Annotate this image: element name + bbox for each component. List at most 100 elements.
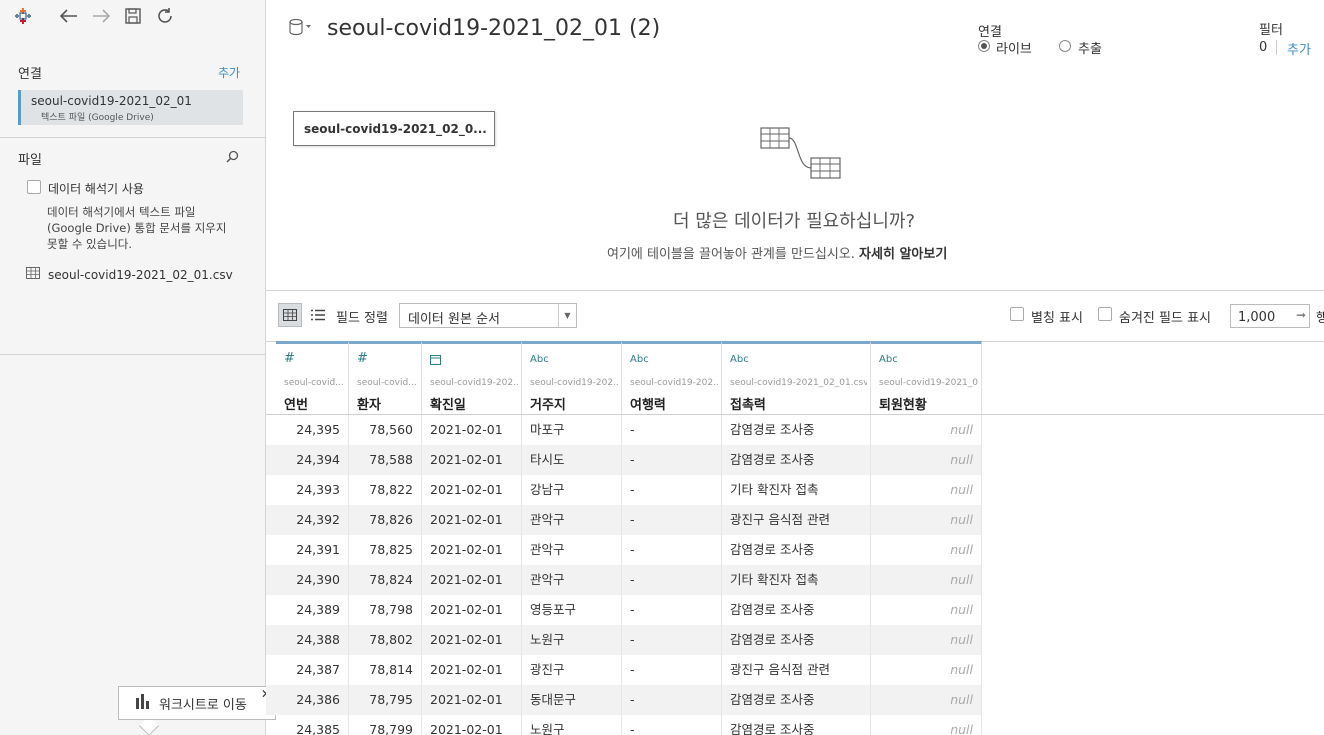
connection-item[interactable]: seoul-covid19-2021_02_01 텍스트 파일 (Google … [18, 90, 243, 125]
back-arrow-icon[interactable] [58, 5, 80, 27]
table-cell: - [622, 625, 722, 655]
table-cell: 감염경로 조사중 [722, 715, 871, 735]
table-cell: 78,588 [349, 445, 422, 475]
list-view-button[interactable] [306, 303, 330, 327]
show-hidden-checkbox[interactable] [1098, 307, 1112, 321]
arrow-right-icon[interactable]: ➞ [1296, 308, 1306, 322]
table-cell: null [871, 625, 982, 655]
chevron-down-icon: ▼ [558, 304, 576, 327]
interpreter-description: 데이터 해석기에서 텍스트 파일 (Google Drive) 통합 문서를 지… [47, 205, 227, 251]
table-cell: 광진구 음식점 관련 [722, 505, 871, 535]
table-cell: 기타 확진자 접촉 [722, 565, 871, 595]
table-cell: 78,822 [349, 475, 422, 505]
string-type-icon[interactable]: Abc [730, 354, 749, 365]
sidebar-divider-2 [0, 354, 266, 355]
forward-arrow-icon[interactable] [90, 5, 112, 27]
column-header[interactable]: Abc seoul-covid19-2021_0... 퇴원현황 [871, 341, 982, 414]
connection-type: 텍스트 파일 (Google Drive) [41, 113, 154, 123]
table-cell: 24,392 [276, 505, 349, 535]
number-type-icon[interactable]: # [357, 351, 368, 366]
column-source: seoul-covid19-2021_02_01.csv [730, 378, 867, 388]
column-source: seoul-covid19-202... [630, 378, 718, 388]
table-cell: - [622, 715, 722, 735]
column-header[interactable]: Abc seoul-covid19-202... 여행력 [622, 341, 722, 414]
file-item[interactable]: seoul-covid19-2021_02_01.csv [26, 267, 233, 282]
extract-radio[interactable] [1059, 40, 1071, 52]
table-cell: 78,802 [349, 625, 422, 655]
save-icon[interactable] [122, 5, 144, 27]
grid-view-button[interactable] [278, 303, 302, 327]
column-source: seoul-covid19-202... [430, 378, 518, 388]
string-type-icon[interactable]: Abc [530, 354, 549, 365]
number-type-icon[interactable]: # [284, 351, 295, 366]
table-cell: 감염경로 조사중 [722, 535, 871, 565]
table-cell: 24,387 [276, 655, 349, 685]
table-cell: 2021-02-01 [422, 565, 522, 595]
table-cell: 24,394 [276, 445, 349, 475]
column-header[interactable]: Abc seoul-covid19-2021_02_01.csv 접촉력 [722, 341, 871, 414]
column-header[interactable]: Abc seoul-covid19-202... 거주지 [522, 341, 622, 414]
table-row: 24,387 78,814 2021-02-01 광진구 - 광진구 음식점 관련 null [266, 655, 982, 685]
column-source: seoul-covid... [284, 378, 344, 388]
table-cell: null [871, 505, 982, 535]
table-row: 24,394 78,588 2021-02-01 타시도 - 감염경로 조사중 null [266, 445, 982, 475]
column-name: 접촉력 [730, 398, 766, 413]
table-cell: 감염경로 조사중 [722, 445, 871, 475]
table-cell: 2021-02-01 [422, 415, 522, 445]
table-cell: - [622, 565, 722, 595]
files-title: 파일 [18, 153, 42, 168]
table-cell: null [871, 655, 982, 685]
rows-value: 1,000 [1238, 310, 1276, 325]
show-aliases-checkbox[interactable] [1010, 307, 1024, 321]
table-cell: 감염경로 조사중 [722, 685, 871, 715]
datasource-title[interactable]: seoul-covid19-2021_02_01 (2) [327, 16, 660, 41]
datasource-icon[interactable] [288, 18, 312, 39]
table-cell: - [622, 505, 722, 535]
refresh-icon[interactable] [154, 5, 176, 27]
column-source: seoul-covid... [357, 378, 417, 388]
table-cell: null [871, 535, 982, 565]
table-cell: 2021-02-01 [422, 715, 522, 735]
file-name: seoul-covid19-2021_02_01.csv [48, 267, 233, 282]
table-cell: null [871, 475, 982, 505]
search-icon[interactable] [226, 150, 239, 166]
add-filter-link[interactable]: 추가 [1287, 39, 1311, 58]
table-cell: 2021-02-01 [422, 445, 522, 475]
table-cell: 강남구 [522, 475, 622, 505]
table-row: 24,391 78,825 2021-02-01 관악구 - 감염경로 조사중 null [266, 535, 982, 565]
show-hidden-label: 숨겨진 필드 표시 [1119, 311, 1211, 326]
table-cell: 관악구 [522, 505, 622, 535]
table-cell: null [871, 685, 982, 715]
column-source: seoul-covid19-202... [530, 378, 618, 388]
table-cell: 관악구 [522, 535, 622, 565]
column-header[interactable]: seoul-covid19-202... 확진일 [422, 341, 522, 414]
live-radio[interactable] [978, 40, 990, 52]
learn-more-link[interactable]: 자세히 알아보기 [859, 247, 947, 262]
relationship-icon [760, 126, 844, 187]
table-cell: 광진구 [522, 655, 622, 685]
more-data-title: 더 많은 데이터가 필요하십니까? [673, 211, 915, 232]
column-header[interactable]: # seoul-covid... 연번 [276, 341, 349, 414]
go-to-worksheet-label: 워크시트로 이동 [159, 697, 247, 713]
column-name: 퇴원현황 [879, 398, 927, 413]
table-cell: 24,385 [276, 715, 349, 735]
canvas-table[interactable]: seoul-covid19-2021_02_0... [293, 111, 495, 146]
filter-count: 0 [1259, 40, 1268, 55]
string-type-icon[interactable]: Abc [879, 354, 898, 365]
add-connection-link[interactable]: 추가 [218, 64, 240, 81]
column-header[interactable]: # seoul-covid... 환자 [349, 341, 422, 414]
string-type-icon[interactable]: Abc [630, 354, 649, 365]
table-cell: 2021-02-01 [422, 685, 522, 715]
table-row: 24,392 78,826 2021-02-01 관악구 - 광진구 음식점 관련 null [266, 505, 982, 535]
interpreter-checkbox[interactable] [27, 180, 41, 194]
table-cell: null [871, 565, 982, 595]
table-cell: 78,560 [349, 415, 422, 445]
sidebar-divider [0, 137, 266, 138]
sort-fields-select[interactable]: 데이터 원본 순서 ▼ [399, 303, 577, 328]
table-cell: 78,825 [349, 535, 422, 565]
date-type-icon[interactable] [430, 354, 441, 368]
go-to-worksheet-tooltip[interactable]: 워크시트로 이동 ✕ [118, 686, 276, 720]
table-cell: 78,798 [349, 595, 422, 625]
rows-input[interactable]: 1,000 ➞ [1230, 304, 1310, 328]
tableau-logo-icon[interactable] [12, 5, 34, 27]
